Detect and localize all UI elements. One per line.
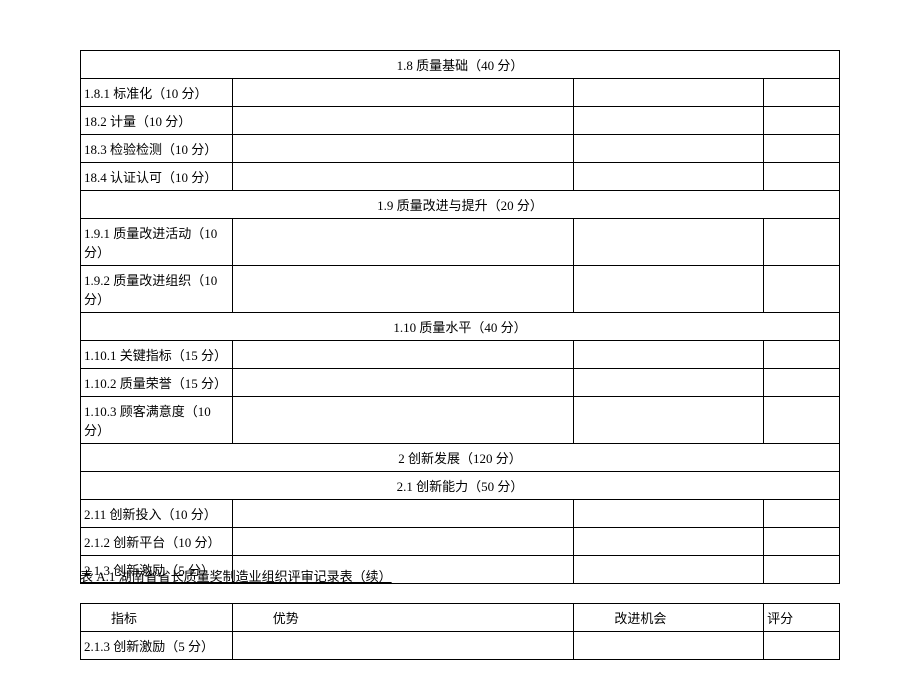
indicator-cell: 1.9.2 质量改进组织（10 分） [81,266,233,313]
score-cell [764,107,840,135]
table-row: 18.3 检验检测（10 分） [81,135,840,163]
advantage-cell [232,135,574,163]
indicator-cell: 2.11 创新投入（10 分） [81,500,233,528]
score-cell [764,341,840,369]
advantage-cell [232,79,574,107]
section-header: 1.10 质量水平（40 分） [81,313,840,341]
section-header: 1.8 质量基础（40 分） [81,51,840,79]
table-row: 1.10.2 质量荣誉（15 分） [81,369,840,397]
improve-cell [574,163,764,191]
indicator-cell: 1.10.2 质量荣誉（15 分） [81,369,233,397]
table-row: 2.11 创新投入（10 分） [81,500,840,528]
improve-cell [574,397,764,444]
header-indicator: 指标 [81,604,233,632]
table-row: 18.2 计量（10 分） [81,107,840,135]
score-cell [764,500,840,528]
table-row: 1.10.3 顾客满意度（10 分） [81,397,840,444]
table-row: 1.9.1 质量改进活动（10 分） [81,219,840,266]
score-cell [764,79,840,107]
advantage-cell [232,632,574,660]
improve-cell [574,107,764,135]
table-row: 18.4 认证认可（10 分） [81,163,840,191]
section-header-row: 2.1 创新能力（50 分） [81,472,840,500]
section-header: 2 创新发展（120 分） [81,444,840,472]
table-row: 2.1.3 创新激励（5 分） [81,632,840,660]
improve-cell [574,500,764,528]
score-cell [764,266,840,313]
score-cell [764,397,840,444]
score-cell [764,163,840,191]
indicator-cell: 18.2 计量（10 分） [81,107,233,135]
improve-cell [574,135,764,163]
score-cell [764,135,840,163]
improve-cell [574,79,764,107]
indicator-cell: 1.10.1 关键指标（15 分） [81,341,233,369]
advantage-cell [232,341,574,369]
advantage-cell [232,266,574,313]
section-header-row: 1.9 质量改进与提升（20 分） [81,191,840,219]
indicator-cell: 1.10.3 顾客满意度（10 分） [81,397,233,444]
table-caption: 表 A.1 湖南省省长质量奖制造业组织评审记录表（续） [80,563,392,590]
header-advantage: 优势 [232,604,574,632]
indicator-cell: 1.9.1 质量改进活动（10 分） [81,219,233,266]
table-row: 2.1.2 创新平台（10 分） [81,528,840,556]
table-row: 1.8.1 标准化（10 分） [81,79,840,107]
section-header: 1.9 质量改进与提升（20 分） [81,191,840,219]
score-cell [764,369,840,397]
improve-cell [574,266,764,313]
score-cell [764,528,840,556]
table-header-row: 指标 优势 改进机会 评分 [81,604,840,632]
header-improve: 改进机会 [574,604,764,632]
improve-cell [574,369,764,397]
advantage-cell [232,219,574,266]
score-cell [764,632,840,660]
improve-cell [574,219,764,266]
indicator-cell: 18.4 认证认可（10 分） [81,163,233,191]
improve-cell [574,632,764,660]
score-cell [764,219,840,266]
evaluation-table-part1: 1.8 质量基础（40 分） 1.8.1 标准化（10 分） 18.2 计量（1… [80,50,840,584]
indicator-cell: 1.8.1 标准化（10 分） [81,79,233,107]
table-row: 1.10.1 关键指标（15 分） [81,341,840,369]
advantage-cell [232,369,574,397]
indicator-cell: 18.3 检验检测（10 分） [81,135,233,163]
advantage-cell [232,528,574,556]
improve-cell [574,528,764,556]
section-header-row: 1.8 质量基础（40 分） [81,51,840,79]
section-header: 2.1 创新能力（50 分） [81,472,840,500]
advantage-cell [232,397,574,444]
indicator-cell: 2.1.3 创新激励（5 分） [81,632,233,660]
header-score: 评分 [764,604,840,632]
table-row: 1.9.2 质量改进组织（10 分） [81,266,840,313]
advantage-cell [232,107,574,135]
advantage-cell [232,500,574,528]
section-header-row: 2 创新发展（120 分） [81,444,840,472]
indicator-cell: 2.1.2 创新平台（10 分） [81,528,233,556]
section-header-row: 1.10 质量水平（40 分） [81,313,840,341]
advantage-cell [232,163,574,191]
improve-cell [574,341,764,369]
evaluation-table-part2: 指标 优势 改进机会 评分 2.1.3 创新激励（5 分） [80,603,840,660]
